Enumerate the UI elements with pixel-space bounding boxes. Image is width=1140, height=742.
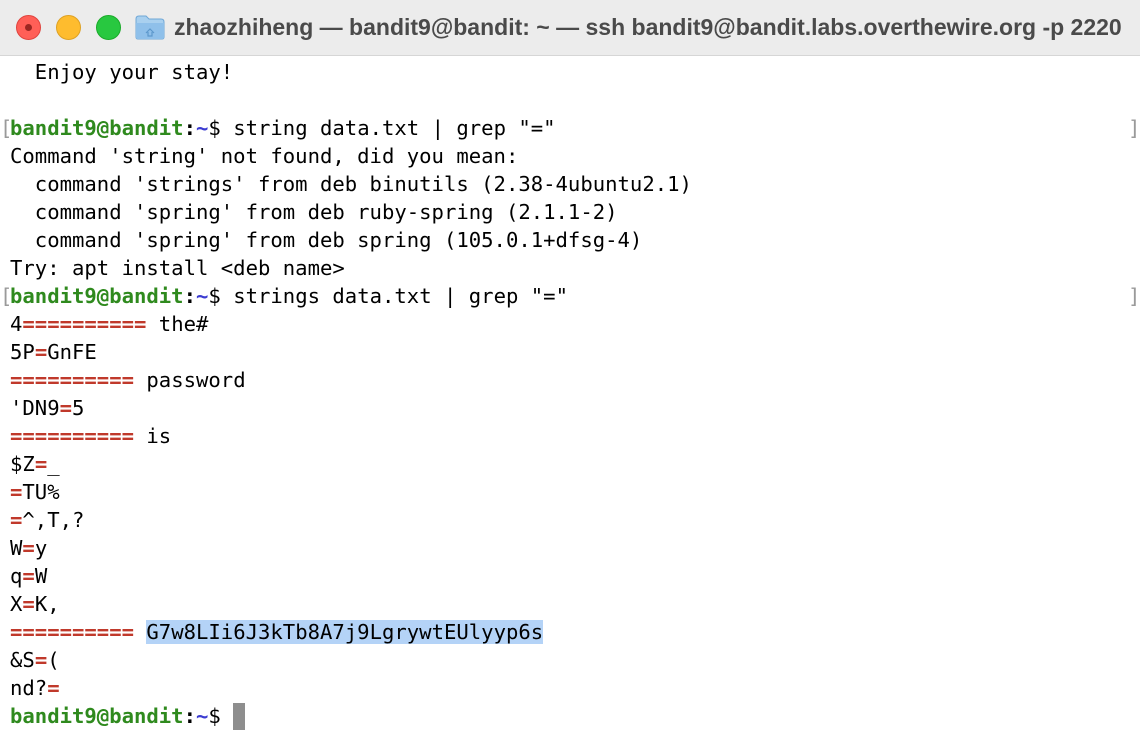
output-text: Enjoy your stay! — [10, 60, 234, 84]
match-text: is — [134, 424, 172, 448]
match-text: 5 — [72, 396, 85, 420]
grep-match-line: ========== G7w8LIi6J3kTb8A7j9LgrywtEUlyy… — [0, 618, 1140, 646]
match-text: _ — [47, 452, 60, 476]
command-text: strings data.txt | grep "=" — [220, 284, 568, 308]
grep-match-line: X=K, — [0, 590, 1140, 618]
output-line: Command 'string' not found, did you mean… — [0, 142, 1140, 170]
grep-match-line: ========== password — [0, 366, 1140, 394]
match-text: ^,T,? — [22, 508, 85, 532]
match-highlight: = — [22, 536, 35, 560]
match-text: X — [10, 592, 23, 616]
match-text: ( — [47, 648, 60, 672]
close-button[interactable] — [16, 15, 41, 40]
prompt-colon: : — [183, 116, 196, 140]
match-highlight: = — [59, 396, 73, 420]
title-bar[interactable]: zhaozhiheng — bandit9@bandit: ~ — ssh ba… — [0, 0, 1140, 56]
grep-match-line: nd?= — [0, 674, 1140, 702]
grep-match-line: =TU% — [0, 478, 1140, 506]
command-text: string data.txt | grep "=" — [220, 116, 556, 140]
grep-match-line: q=W — [0, 562, 1140, 590]
mark-right: ] — [1128, 116, 1140, 140]
match-text: 'DN9 — [10, 396, 60, 420]
match-text: 4 — [10, 312, 23, 336]
match-highlight: = — [47, 676, 60, 700]
output-text: Command 'string' not found, did you mean… — [10, 144, 519, 168]
selected-password-text[interactable]: G7w8LIi6J3kTb8A7j9LgrywtEUlyyp6s — [146, 620, 544, 644]
mark-right: ] — [1128, 284, 1140, 308]
output-text: command 'spring' from deb spring (105.0.… — [10, 228, 643, 252]
grep-match-line: $Z=_ — [0, 450, 1140, 478]
prompt-user-host: bandit9@bandit — [10, 116, 184, 140]
grep-match-line: =^,T,? — [0, 506, 1140, 534]
mark-left: [ — [0, 116, 13, 140]
prompt-dollar: $ — [208, 284, 221, 308]
match-highlight: = — [10, 480, 23, 504]
minimize-button[interactable] — [56, 15, 81, 40]
prompt-user-host: bandit9@bandit — [10, 284, 184, 308]
output-line: command 'strings' from deb binutils (2.3… — [0, 170, 1140, 198]
output-line: Enjoy your stay! — [0, 58, 1140, 86]
match-text: W — [34, 564, 48, 588]
output-line: command 'spring' from deb spring (105.0.… — [0, 226, 1140, 254]
prompt-dollar: $ — [208, 116, 221, 140]
match-highlight: = — [34, 648, 48, 672]
zoom-button[interactable] — [96, 15, 121, 40]
prompt-path: ~ — [196, 116, 209, 140]
active-prompt-line[interactable]: bandit9@bandit:~$ — [0, 702, 1140, 730]
output-text: command 'spring' from deb ruby-spring (2… — [10, 200, 618, 224]
grep-match-line: &S=( — [0, 646, 1140, 674]
grep-match-line: 5P=GnFE — [0, 338, 1140, 366]
text-cursor — [233, 703, 246, 730]
match-text: the# — [146, 312, 209, 336]
folder-icon — [135, 15, 165, 40]
match-highlight: = — [34, 452, 48, 476]
terminal-content[interactable]: Enjoy your stay! [bandit9@bandit:~$ stri… — [0, 58, 1140, 742]
output-line: command 'spring' from deb ruby-spring (2… — [0, 198, 1140, 226]
match-highlight: = — [22, 592, 35, 616]
match-text: TU% — [22, 480, 60, 504]
match-highlight: ========== — [10, 424, 134, 448]
prompt-dollar: $ — [208, 704, 221, 728]
grep-match-line: W=y — [0, 534, 1140, 562]
command-line: [bandit9@bandit:~$ string data.txt | gre… — [0, 114, 1140, 142]
match-highlight: = — [34, 340, 48, 364]
prompt-colon: : — [183, 284, 196, 308]
match-text: nd? — [10, 676, 48, 700]
prompt-path: ~ — [196, 704, 209, 728]
match-highlight: ========== — [22, 312, 147, 336]
prompt-user-host: bandit9@bandit — [10, 704, 184, 728]
match-text: K, — [34, 592, 60, 616]
prompt-colon: : — [183, 704, 196, 728]
match-highlight: ========== — [10, 620, 134, 644]
window-title: zhaozhiheng — bandit9@bandit: ~ — ssh ba… — [174, 14, 1122, 40]
grep-match-line: ========== is — [0, 422, 1140, 450]
match-text: q — [10, 564, 23, 588]
match-text: $Z — [10, 452, 35, 476]
grep-match-line: 4========== the# — [0, 310, 1140, 338]
command-line: [bandit9@bandit:~$ strings data.txt | gr… — [0, 282, 1140, 310]
prompt-path: ~ — [196, 284, 209, 308]
mark-left: [ — [0, 284, 13, 308]
match-text: y — [34, 536, 48, 560]
match-text: password — [134, 368, 246, 392]
match-highlight: ========== — [10, 368, 134, 392]
output-text: command 'strings' from deb binutils (2.3… — [10, 172, 692, 196]
match-text — [134, 620, 146, 644]
output-text: Try: apt install <deb name> — [10, 256, 345, 280]
grep-match-line: 'DN9=5 — [0, 394, 1140, 422]
output-line: Try: apt install <deb name> — [0, 254, 1140, 282]
match-text: W — [10, 536, 23, 560]
terminal-window: zhaozhiheng — bandit9@bandit: ~ — ssh ba… — [0, 0, 1140, 742]
match-text: &S — [10, 648, 35, 672]
match-text: GnFE — [47, 340, 97, 364]
match-highlight: = — [22, 564, 35, 588]
match-highlight: = — [10, 508, 23, 532]
match-text: 5P — [10, 340, 35, 364]
